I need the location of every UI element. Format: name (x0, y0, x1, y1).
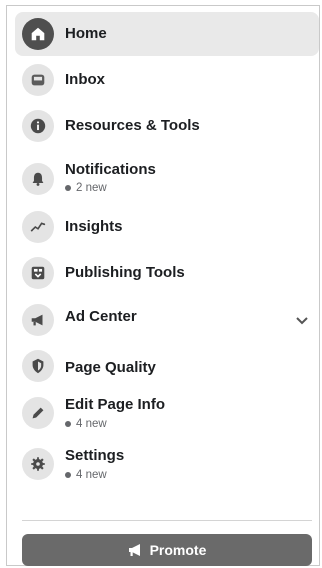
promote-button[interactable]: Promote (22, 534, 312, 566)
pencil-icon (22, 397, 54, 429)
new-count-text: 4 new (76, 469, 107, 481)
chevron-down-icon[interactable] (295, 314, 309, 328)
shield-icon (22, 350, 54, 382)
unread-dot (65, 472, 71, 478)
sidebar-item-page-quality[interactable]: Page Quality (15, 344, 319, 388)
page-sidebar: Home Inbox Resources & Tools Notificatio… (6, 5, 320, 566)
sidebar-item-label: Publishing Tools (65, 264, 185, 281)
sidebar-item-edit-page-info[interactable]: Edit Page Info 4 new (15, 391, 319, 435)
promote-button-label: Promote (149, 542, 207, 558)
sidebar-item-label: Edit Page Info (65, 396, 166, 413)
sidebar-item-publishing-tools[interactable]: Publishing Tools (15, 251, 319, 295)
notifications-new-count: 2 new (65, 182, 107, 194)
megaphone-icon (128, 544, 140, 556)
unread-dot (65, 421, 71, 427)
home-icon (22, 18, 54, 50)
new-count-text: 2 new (76, 182, 107, 194)
sidebar-item-insights[interactable]: Insights (15, 205, 319, 249)
sidebar-item-settings[interactable]: Settings 4 new (15, 442, 319, 486)
publishing-icon (22, 257, 54, 289)
megaphone-icon (22, 304, 54, 336)
sidebar-item-label: Page Quality (65, 359, 156, 376)
new-count-text: 4 new (76, 418, 107, 430)
footer-divider (22, 520, 312, 521)
unread-dot (65, 185, 71, 191)
sidebar-item-label: Ad Center (65, 308, 137, 325)
sidebar-item-label: Inbox (65, 71, 105, 88)
settings-new-count: 4 new (65, 469, 107, 481)
sidebar-item-resources-tools[interactable]: Resources & Tools (15, 104, 319, 148)
info-icon (22, 110, 54, 142)
gear-icon (22, 448, 54, 480)
chart-line-icon (22, 211, 54, 243)
sidebar-item-label: Home (65, 25, 107, 42)
edit-info-new-count: 4 new (65, 418, 107, 430)
bell-icon (22, 163, 54, 195)
sidebar-item-label: Notifications (65, 161, 156, 178)
sidebar-item-label: Settings (65, 447, 125, 464)
sidebar-item-home[interactable]: Home (15, 12, 319, 56)
sidebar-item-inbox[interactable]: Inbox (15, 58, 319, 102)
sidebar-item-label: Insights (65, 218, 123, 235)
sidebar-item-ad-center[interactable]: Ad Center (15, 298, 319, 342)
sidebar-item-notifications[interactable]: Notifications 2 new (15, 157, 319, 201)
inbox-icon (22, 64, 54, 96)
sidebar-item-label: Resources & Tools (65, 117, 200, 134)
